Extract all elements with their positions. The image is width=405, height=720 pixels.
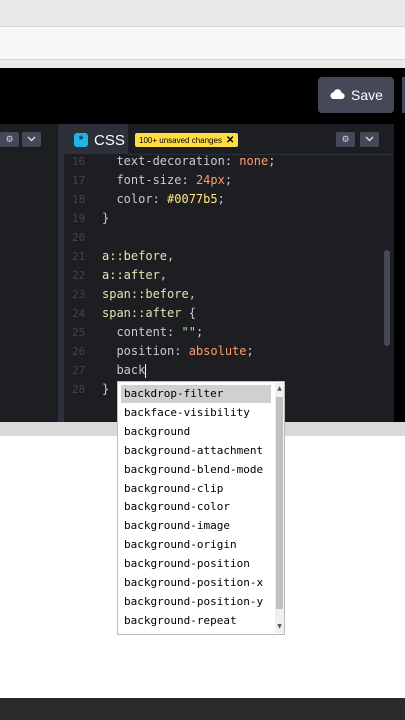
autocomplete-option[interactable]: background-blend-mode	[121, 461, 271, 479]
code-token: :	[174, 344, 189, 358]
code-token: ,	[167, 249, 175, 263]
css-collapse-button[interactable]	[360, 132, 379, 147]
address-bar[interactable]	[0, 26, 405, 60]
css-settings-button[interactable]: ⚙	[336, 132, 355, 147]
line-number: 22	[72, 269, 86, 282]
code-token: #0077b5	[167, 192, 218, 206]
line-number: 17	[72, 174, 86, 187]
chevron-down-icon	[27, 135, 36, 145]
autocomplete-option[interactable]: background-position-y	[121, 593, 271, 611]
autocomplete-option[interactable]: background-position	[121, 555, 271, 573]
code-text: span::after {	[102, 304, 196, 323]
code-text: }	[102, 209, 109, 228]
code-token: absolute	[188, 344, 247, 358]
line-number: 24	[72, 307, 86, 320]
code-token: :	[167, 325, 182, 339]
line-number: 23	[72, 288, 86, 301]
scroll-up-icon[interactable]: ▲	[276, 385, 283, 393]
code-token: ;	[195, 325, 204, 339]
line-number: 26	[72, 345, 86, 358]
gear-icon: ⚙	[341, 134, 350, 145]
code-text: a::before,	[102, 247, 174, 266]
code-token: 24px	[195, 173, 225, 187]
code-text: }	[102, 380, 109, 399]
code-text: a::after,	[102, 266, 167, 285]
autocomplete-option[interactable]: background-position-x	[121, 574, 271, 592]
autocomplete-scrollbar[interactable]: ▲ ▼	[275, 383, 284, 633]
line-number: 27	[72, 364, 86, 377]
css-logo-icon: *	[74, 133, 88, 147]
line-number: 25	[72, 326, 86, 339]
cloud-icon	[329, 87, 345, 103]
line-number: 19	[72, 212, 86, 225]
code-text: back	[102, 361, 147, 380]
close-icon[interactable]: ✕	[226, 135, 234, 146]
save-button[interactable]: Save	[318, 77, 394, 113]
code-text: position: absolute;	[102, 342, 254, 361]
code-token: }	[102, 211, 110, 225]
line-number: 21	[72, 250, 86, 263]
autocomplete-option[interactable]: background	[121, 423, 271, 441]
browser-toolbar	[0, 0, 405, 68]
autocomplete-option[interactable]: background-image	[121, 517, 271, 535]
autocomplete-option[interactable]: background-clip	[121, 480, 271, 498]
autocomplete-option[interactable]: backdrop-filter	[121, 385, 271, 403]
unsaved-changes-badge[interactable]: 100+ unsaved changes ✕	[135, 133, 239, 147]
html-settings-button[interactable]: ⚙	[0, 132, 19, 147]
code-text: font-size: 24px;	[102, 171, 232, 190]
code-token: text-decoration	[102, 154, 225, 168]
code-token: ;	[224, 173, 233, 187]
code-token: font-size	[102, 173, 182, 187]
autocomplete-option[interactable]: background-color	[121, 498, 271, 516]
line-number: 18	[72, 193, 86, 206]
autocomplete-option[interactable]: background-attachment	[121, 442, 271, 460]
code-token: none	[239, 154, 269, 168]
line-number: 28	[72, 383, 86, 396]
code-token: color	[102, 192, 153, 206]
code-token: ;	[246, 344, 254, 358]
line-number: 20	[72, 231, 86, 244]
save-label: Save	[351, 87, 383, 103]
autocomplete-scroll-thumb[interactable]	[276, 397, 283, 609]
html-editor-pane[interactable]	[0, 124, 64, 422]
text-cursor	[145, 363, 147, 378]
gear-icon: ⚙	[5, 134, 14, 145]
unsaved-changes-label: 100+ unsaved changes	[139, 135, 222, 145]
pane-divider[interactable]	[394, 124, 405, 422]
code-token: span::after	[102, 306, 182, 320]
chevron-down-icon	[365, 135, 374, 145]
code-text: color: #0077b5;	[102, 190, 225, 209]
code-text: text-decoration: none;	[102, 152, 275, 171]
editor-scrollbar[interactable]	[384, 250, 390, 346]
code-token: a::after	[102, 268, 160, 282]
code-token: ;	[217, 192, 225, 206]
line-number: 16	[72, 155, 86, 168]
scroll-down-icon[interactable]: ▼	[276, 623, 283, 631]
bottom-bar	[0, 698, 405, 720]
autocomplete-option[interactable]: background-repeat	[121, 612, 271, 630]
code-token: content	[102, 325, 168, 339]
code-token: ,	[188, 287, 196, 301]
code-token: {	[181, 306, 196, 320]
code-token: span::before	[102, 287, 189, 301]
tab-css[interactable]: * CSS	[64, 124, 128, 154]
code-token: ,	[159, 268, 168, 282]
autocomplete-option[interactable]: backface-visibility	[121, 404, 271, 422]
code-token: :	[152, 192, 168, 206]
code-token: :	[181, 173, 196, 187]
code-token: position	[102, 344, 175, 358]
code-token: ""	[181, 325, 196, 339]
tab-css-label: CSS	[94, 131, 125, 149]
code-text: content: "";	[102, 323, 203, 342]
code-token: ;	[268, 154, 276, 168]
autocomplete-option[interactable]: background-origin	[121, 536, 271, 554]
code-token: back	[102, 363, 146, 377]
autocomplete-dropdown[interactable]: backdrop-filter backface-visibility backgr…	[117, 381, 285, 635]
code-token: a::before	[102, 249, 168, 263]
code-token: :	[224, 154, 240, 168]
html-collapse-button[interactable]	[22, 132, 41, 147]
code-text: span::before,	[102, 285, 196, 304]
code-token: }	[102, 382, 110, 396]
